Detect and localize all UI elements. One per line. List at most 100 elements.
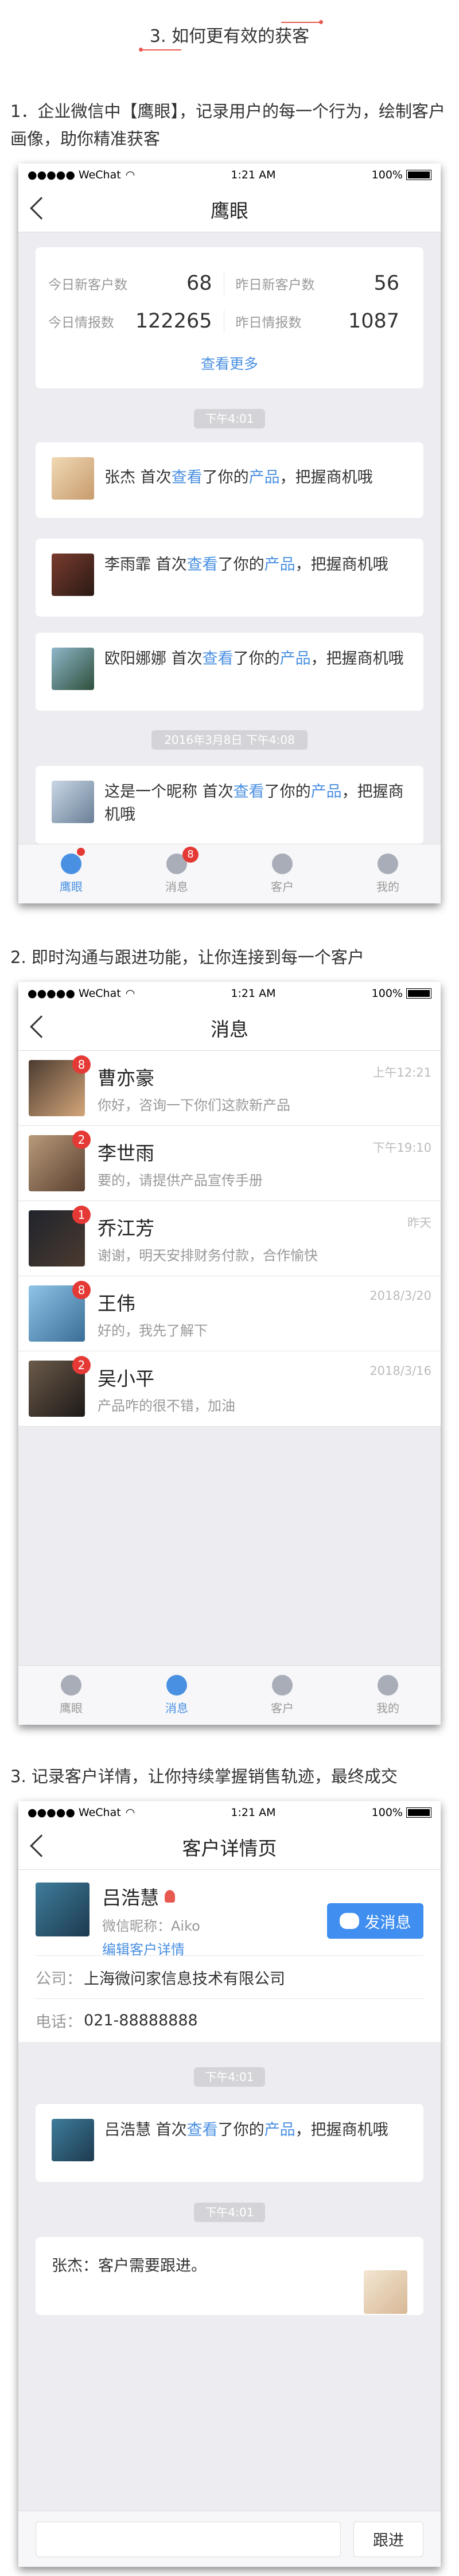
customer-name-row: 吕浩慧 <box>102 1883 200 1910</box>
stats-row: 今日新客户数 68 昨日新客户数 56 <box>48 264 411 302</box>
back-icon[interactable] <box>30 197 53 220</box>
battery-icon <box>406 988 431 999</box>
tab-label: 客户 <box>271 1701 294 1715</box>
carrier: ●●●●● WeChat <box>28 1806 121 1819</box>
event-view: 查看 <box>171 469 203 486</box>
status-bar: ●●●●● WeChat ◠ 1:21 AM 100% <box>18 982 441 1005</box>
timestamp: 下午4:01 <box>194 2067 265 2087</box>
phone-row: 电话： 021-88888888 <box>36 1999 423 2042</box>
badge-dot <box>77 848 85 856</box>
stat-today-intel: 今日情报数 122265 <box>48 310 224 333</box>
event-card[interactable]: 张杰 首次查看了你的产品，把握商机哦 <box>36 442 423 518</box>
event-card[interactable]: 这是一个昵称 首次查看了你的产品，把握商机哦 <box>36 766 423 844</box>
company-row: 公司： 上海微问家信息技术有限公司 <box>36 1956 423 1999</box>
contact-name: 乔江芳 <box>98 1217 154 1240</box>
page: 3. 如何更有效的获客 1．企业微信中【鹰眼】，记录用户的每一个行为，绘制客户画… <box>0 0 459 2576</box>
event-text: 吕浩慧 首次查看了你的产品，把握商机哦 <box>104 2119 388 2167</box>
customer-name: 吕浩慧 <box>102 1887 159 1909</box>
event-text: 这是一个昵称 首次查看了你的产品，把握商机哦 <box>104 781 407 829</box>
avatar: 2 <box>29 1131 91 1191</box>
avatar: 1 <box>29 1206 91 1266</box>
eagle-eye-icon <box>61 1675 81 1696</box>
wifi-icon: ◠ <box>125 1806 135 1819</box>
list-item[interactable]: 2 李世雨 要的，请提供产品宣传手册 下午19:10 <box>18 1126 441 1201</box>
tab-mine[interactable]: 我的 <box>335 1666 441 1725</box>
follow-button[interactable]: 跟进 <box>353 2521 423 2557</box>
follow-input[interactable] <box>36 2521 341 2557</box>
intro-2: 2. 即时沟通与跟进功能，让你连接到每一个客户 <box>10 948 364 967</box>
tab-customers[interactable]: 客户 <box>230 1666 335 1725</box>
tab-messages[interactable]: 消息 <box>124 1666 230 1725</box>
badge-count: 2 <box>72 1356 91 1374</box>
event-post: ，把握商机哦 <box>295 556 388 574</box>
chat-bubble-icon <box>339 1913 359 1929</box>
event-view: 查看 <box>186 2121 218 2139</box>
view-more-link[interactable]: 查看更多 <box>48 353 411 373</box>
avatar: 8 <box>29 1281 91 1342</box>
event-pre: 首次 <box>155 2121 187 2139</box>
intro-3: 3. 记录客户详情，让你持续掌握销售轨迹，最终成交 <box>10 1767 398 1786</box>
phone-eagle-eye: ●●●●● WeChat ◠ 1:21 AM 100% 鹰眼 今日新客户数 68 昨… <box>18 163 441 903</box>
event-mid: 了你的 <box>217 556 264 574</box>
badge-count: 2 <box>72 1131 91 1149</box>
tab-customers[interactable]: 客户 <box>230 844 335 903</box>
customer-icon <box>272 854 293 874</box>
event-name: 欧阳娜娜 <box>104 650 166 668</box>
avatar <box>364 2270 407 2314</box>
event-card[interactable]: 吕浩慧 首次查看了你的产品，把握商机哦 <box>36 2104 423 2182</box>
carrier: ●●●●● WeChat <box>28 169 121 181</box>
back-icon[interactable] <box>30 1015 53 1038</box>
back-icon[interactable] <box>30 1834 53 1857</box>
list-item[interactable]: 8 曹亦豪 你好，咨询一下你们这款新产品 上午12:21 <box>18 1051 441 1126</box>
event-card[interactable]: 欧阳娜娜 首次查看了你的产品，把握商机哦 <box>36 633 423 711</box>
stat-value: 122265 <box>135 310 212 333</box>
tab-eagle-eye[interactable]: 鹰眼 <box>18 1666 124 1725</box>
stat-label: 昨日新客户数 <box>235 278 315 293</box>
avatar: 2 <box>29 1356 91 1417</box>
message-time: 2018/3/20 <box>369 1289 431 1303</box>
tab-messages[interactable]: 8 消息 <box>124 844 230 903</box>
event-name: 吕浩慧 <box>104 2121 151 2139</box>
tab-label: 我的 <box>376 880 399 894</box>
phone-customer-detail: ●●●●● WeChat ◠ 1:21 AM 100% 客户详情页 吕浩慧 微信昵… <box>18 1801 441 2567</box>
badge-count: 8 <box>72 1281 91 1299</box>
profile-icon <box>378 854 398 874</box>
badge-count: 8 <box>182 847 199 863</box>
tab-eagle-eye[interactable]: 鹰眼 <box>18 844 124 903</box>
send-message-button[interactable]: 发消息 <box>327 1903 423 1939</box>
wifi-icon: ◠ <box>125 987 135 1000</box>
event-pre: 首次 <box>202 783 234 801</box>
event-mid: 了你的 <box>233 650 280 668</box>
tab-label: 鹰眼 <box>60 1701 83 1715</box>
nav-bar: 消息 <box>18 1005 441 1051</box>
event-text: 李雨霏 首次查看了你的产品，把握商机哦 <box>104 554 388 602</box>
company-label: 公司： <box>36 1970 82 1988</box>
list-item[interactable]: 8 王伟 好的，我先了解下 2018/3/20 <box>18 1276 441 1351</box>
event-mid: 了你的 <box>264 783 311 801</box>
list-item[interactable]: 1 乔江芳 谢谢，明天安排财务付款，合作愉快 昨天 <box>18 1201 441 1276</box>
battery-percent: 100% <box>371 987 403 1000</box>
wifi-icon: ◠ <box>125 169 135 181</box>
tab-mine[interactable]: 我的 <box>335 844 441 903</box>
event-pre: 首次 <box>155 556 187 574</box>
event-card[interactable]: 李雨霏 首次查看了你的产品，把握商机哦 <box>36 539 423 617</box>
stat-today-customers: 今日新客户数 68 <box>48 272 224 295</box>
profile-icon <box>378 1675 398 1696</box>
input-bar: 跟进 <box>18 2511 441 2567</box>
title-deco-top <box>281 22 321 23</box>
page-title: 消息 <box>211 1018 248 1040</box>
tab-label: 鹰眼 <box>60 880 83 894</box>
stat-value: 56 <box>374 272 399 295</box>
message-time: 上午12:21 <box>372 1066 431 1079</box>
customer-info-text: 吕浩慧 微信昵称：Aiko 编辑客户详情 <box>102 1883 200 1958</box>
status-bar: ●●●●● WeChat ◠ 1:21 AM 100% <box>18 163 441 186</box>
section-title: 3. 如何更有效的获客 <box>0 20 459 52</box>
phone-messages: ●●●●● WeChat ◠ 1:21 AM 100% 消息 8 曹亦豪 你好，咨询… <box>18 982 441 1725</box>
tab-label: 消息 <box>165 1701 188 1715</box>
list-item[interactable]: 2 吴小平 产品咋的很不错，加油 2018/3/16 <box>18 1351 441 1427</box>
edit-customer-link[interactable]: 编辑客户详情 <box>102 1938 200 1958</box>
event-product: 产品 <box>310 783 342 801</box>
event-post: ，把握商机哦 <box>310 650 404 668</box>
stat-label: 昨日情报数 <box>235 315 302 330</box>
event-mid: 了你的 <box>217 2121 264 2139</box>
